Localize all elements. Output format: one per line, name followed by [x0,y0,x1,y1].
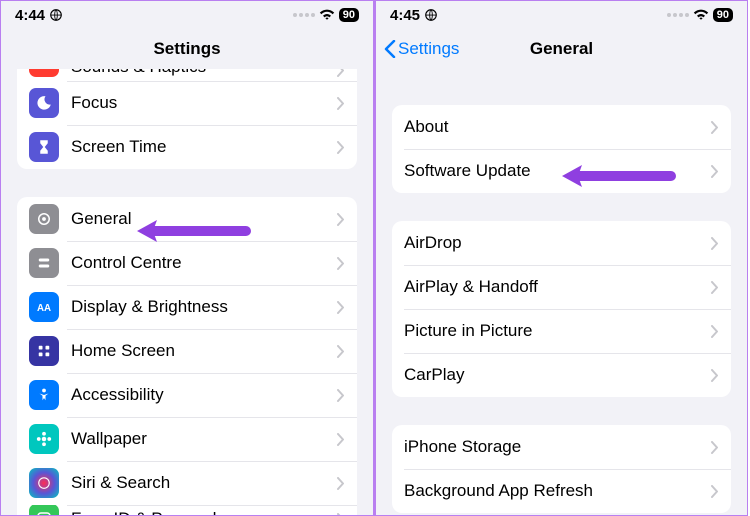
row-airdrop[interactable]: AirDrop [392,221,731,265]
row-home-screen[interactable]: Home Screen [17,329,357,373]
chevron-left-icon [384,40,396,58]
siri-icon [29,468,59,498]
row-label: Background App Refresh [404,481,711,501]
back-label: Settings [398,39,459,59]
chevron-right-icon [711,165,719,178]
chevron-right-icon [711,441,719,454]
row-background-app-refresh[interactable]: Background App Refresh [392,469,731,513]
row-label: AirDrop [404,233,711,253]
aa-icon: AA [29,292,59,322]
row-picture-in-picture[interactable]: Picture in Picture [392,309,731,353]
row-label: Face ID & Passcode [71,509,337,516]
face-icon [29,505,59,516]
row-software-update[interactable]: Software Update [392,149,731,193]
chevron-right-icon [337,257,345,270]
status-time: 4:45 [390,7,420,24]
status-time: 4:44 [15,7,45,24]
chevron-right-icon [711,485,719,498]
row-wallpaper[interactable]: Wallpaper [17,417,357,461]
row-focus[interactable]: Focus [17,81,357,125]
screenshot-settings: 4:44 90 Settings Sounds & Haptics Focus [0,0,374,516]
chevron-right-icon [711,237,719,250]
row-general[interactable]: General [17,197,357,241]
general-list[interactable]: About Software Update AirDrop AirPlay & … [376,69,747,516]
battery-icon: 90 [713,8,733,22]
chevron-right-icon [337,433,345,446]
row-label: Control Centre [71,253,337,273]
moon-icon [29,88,59,118]
row-siri-search[interactable]: Siri & Search [17,461,357,505]
chevron-right-icon [711,369,719,382]
row-about[interactable]: About [392,105,731,149]
chevron-right-icon [337,389,345,402]
battery-icon: 90 [339,8,359,22]
settings-group: General Control Centre AA Display & Brig… [17,197,357,516]
page-title: General [530,39,593,59]
chevron-right-icon [711,281,719,294]
nav-header: Settings General [376,29,747,69]
page-title: Settings [153,39,220,59]
row-label: iPhone Storage [404,437,711,457]
grid-icon [29,336,59,366]
settings-group: AirDrop AirPlay & Handoff Picture in Pic… [392,221,731,397]
globe-icon [49,8,63,22]
svg-text:AA: AA [37,303,51,314]
cell-dots-icon [667,13,689,17]
chevron-right-icon [337,141,345,154]
row-label: Focus [71,93,337,113]
chevron-right-icon [337,513,345,516]
cell-dots-icon [293,13,315,17]
sounds-icon [29,69,59,77]
row-label: Screen Time [71,137,337,157]
switches-icon [29,248,59,278]
chevron-right-icon [337,97,345,110]
row-display-brightness[interactable]: AA Display & Brightness [17,285,357,329]
row-label: Software Update [404,161,711,181]
chevron-right-icon [337,301,345,314]
row-label: AirPlay & Handoff [404,277,711,297]
row-face-id[interactable]: Face ID & Passcode [17,505,357,516]
screenshot-general: 4:45 90 Settings General About Software … [374,0,748,516]
row-label: Sounds & Haptics [71,69,337,77]
row-sounds-haptics[interactable]: Sounds & Haptics [17,69,357,81]
status-bar: 4:44 90 [1,1,373,29]
chevron-right-icon [337,345,345,358]
settings-group: Sounds & Haptics Focus Screen Time [17,69,357,169]
settings-group: About Software Update [392,105,731,193]
chevron-right-icon [337,477,345,490]
row-airplay-handoff[interactable]: AirPlay & Handoff [392,265,731,309]
row-label: About [404,117,711,137]
row-label: Siri & Search [71,473,337,493]
row-label: Display & Brightness [71,297,337,317]
row-label: Wallpaper [71,429,337,449]
settings-list[interactable]: Sounds & Haptics Focus Screen Time Gener… [1,69,373,516]
hourglass-icon [29,132,59,162]
globe-icon [424,8,438,22]
chevron-right-icon [337,213,345,226]
row-screen-time[interactable]: Screen Time [17,125,357,169]
chevron-right-icon [711,121,719,134]
settings-group: iPhone Storage Background App Refresh [392,425,731,513]
wifi-icon [693,9,709,21]
flower-icon [29,424,59,454]
wifi-icon [319,9,335,21]
gear-icon [29,204,59,234]
row-iphone-storage[interactable]: iPhone Storage [392,425,731,469]
row-label: CarPlay [404,365,711,385]
nav-header: Settings [1,29,373,69]
row-label: Picture in Picture [404,321,711,341]
person-icon [29,380,59,410]
row-control-centre[interactable]: Control Centre [17,241,357,285]
chevron-right-icon [711,325,719,338]
row-carplay[interactable]: CarPlay [392,353,731,397]
back-button[interactable]: Settings [384,39,459,59]
row-label: General [71,209,337,229]
chevron-right-icon [337,69,345,77]
status-bar: 4:45 90 [376,1,747,29]
row-accessibility[interactable]: Accessibility [17,373,357,417]
row-label: Home Screen [71,341,337,361]
row-label: Accessibility [71,385,337,405]
